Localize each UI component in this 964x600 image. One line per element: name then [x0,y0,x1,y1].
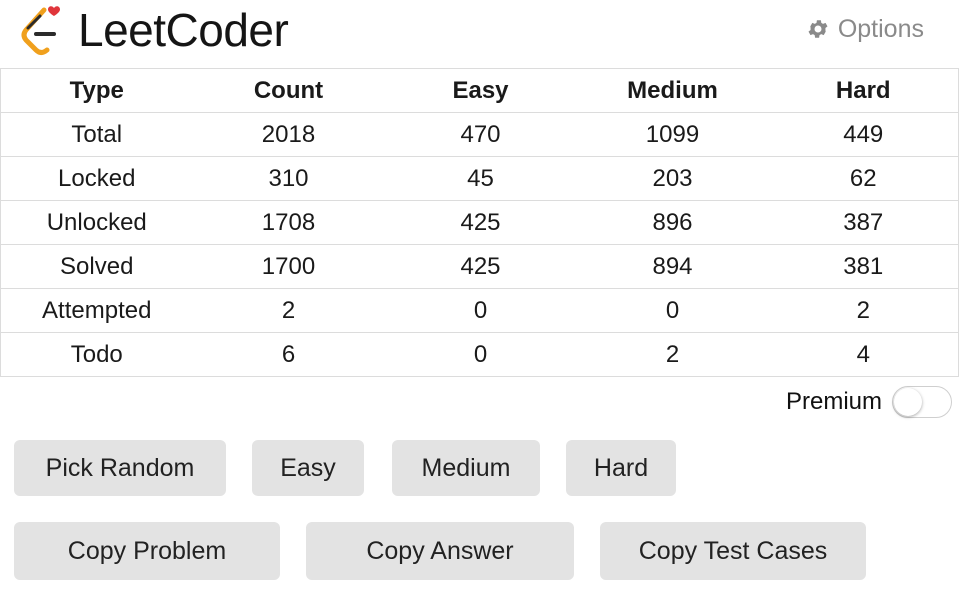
table-row: Solved 1700 425 894 381 [0,244,959,289]
table-cell: 1700 [192,244,385,289]
table-cell: 425 [384,244,577,289]
column-header-type: Type [0,68,193,113]
table-cell: 6 [192,332,385,377]
table-cell: Solved [0,244,193,289]
table-cell: 310 [192,156,385,201]
table-cell: 0 [384,332,577,377]
table-cell: 4 [768,332,959,377]
table-cell: Total [0,112,193,157]
table-cell: 203 [576,156,769,201]
gear-icon [808,20,828,38]
table-cell: 470 [384,112,577,157]
table-header-row: Type Count Easy Medium Hard [0,68,959,113]
table-cell: 381 [768,244,959,289]
table-cell: Todo [0,332,193,377]
table-cell: 2 [576,332,769,377]
table-row: Locked 310 45 203 62 [0,156,959,201]
table-row: Attempted 2 0 0 2 [0,288,959,333]
toggle-knob [894,388,922,416]
options-label: Options [837,15,924,43]
table-row: Todo 6 0 2 4 [0,332,959,377]
pick-random-button[interactable]: Pick Random [14,440,226,496]
premium-toggle[interactable] [892,386,952,418]
copy-problem-button[interactable]: Copy Problem [14,522,280,580]
premium-label: Premium [785,388,882,415]
table-cell: 0 [384,288,577,333]
table-cell: 387 [768,200,959,245]
table-cell: Attempted [0,288,193,333]
table-cell: Unlocked [0,200,193,245]
table-cell: 0 [576,288,769,333]
table-row: Unlocked 1708 425 896 387 [0,200,959,245]
leetcode-logo-icon [21,6,60,55]
column-header-hard: Hard [768,68,959,113]
medium-button[interactable]: Medium [392,440,540,496]
premium-setting: Premium [786,386,952,418]
table-cell: 425 [384,200,577,245]
table-cell: 896 [576,200,769,245]
hard-button[interactable]: Hard [566,440,676,496]
app-title: LeetCoder [78,4,289,56]
leetcoder-popup: LeetCoder Options Type Count Easy Medium… [0,0,964,600]
copy-test-cases-button[interactable]: Copy Test Cases [600,522,866,580]
easy-button[interactable]: Easy [252,440,364,496]
column-header-medium: Medium [576,68,769,113]
table-row: Total 2018 470 1099 449 [0,112,959,157]
table-cell: 894 [576,244,769,289]
table-cell: 2 [768,288,959,333]
table-cell: 1708 [192,200,385,245]
table-cell: Locked [0,156,193,201]
options-link[interactable]: Options [806,14,924,44]
table-cell: 2 [192,288,385,333]
table-cell: 62 [768,156,959,201]
stats-table: Type Count Easy Medium Hard Total 2018 4… [0,68,959,377]
table-cell: 1099 [576,112,769,157]
table-cell: 45 [384,156,577,201]
column-header-easy: Easy [384,68,577,113]
table-cell: 2018 [192,112,385,157]
header: LeetCoder Options [0,0,964,68]
column-header-count: Count [192,68,385,113]
table-cell: 449 [768,112,959,157]
copy-answer-button[interactable]: Copy Answer [306,522,574,580]
